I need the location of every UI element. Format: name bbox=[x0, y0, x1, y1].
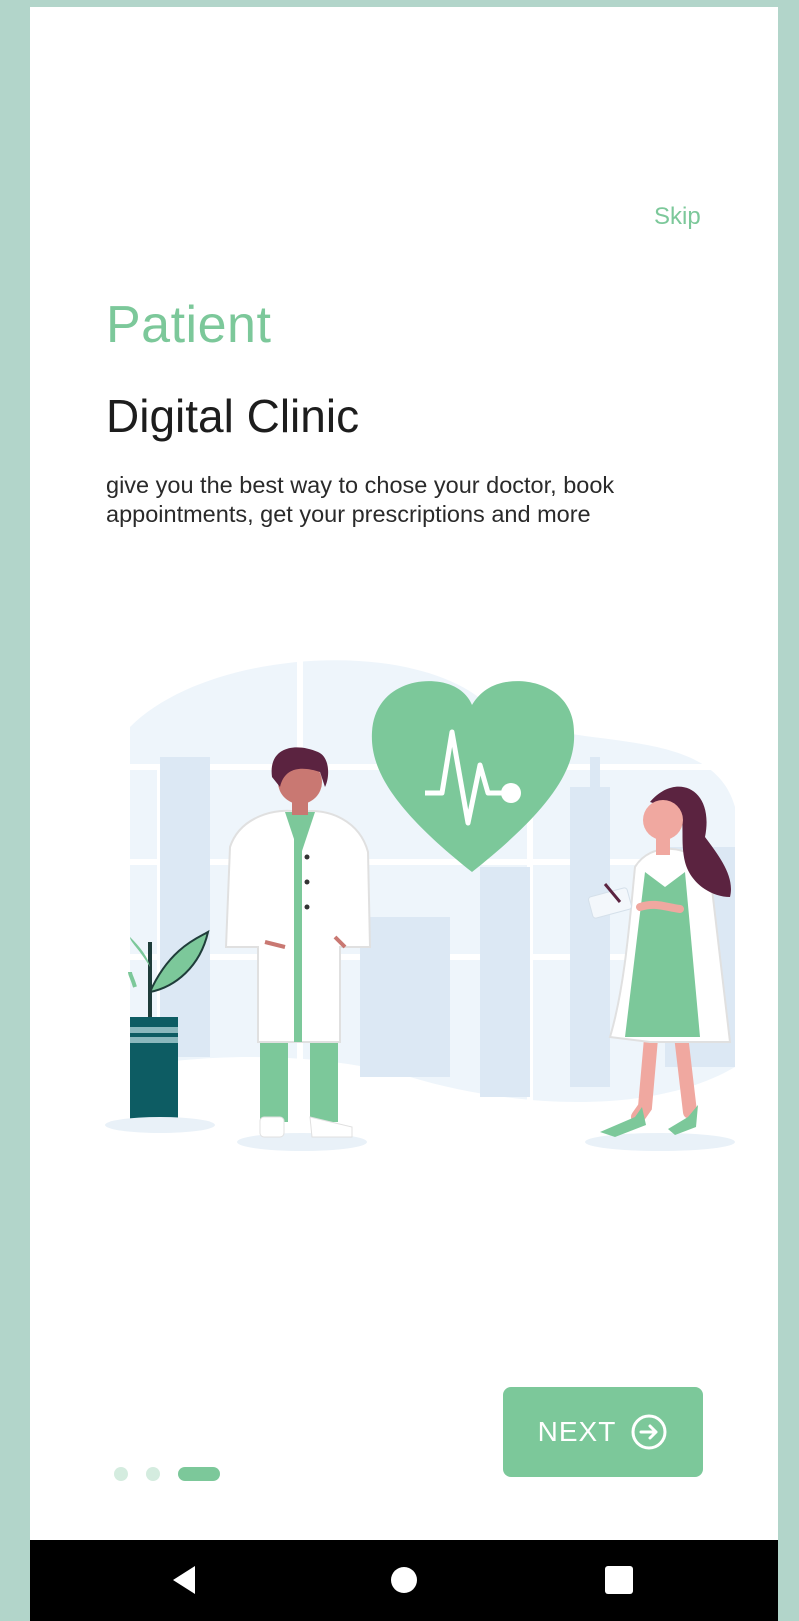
page-indicator-dot-1[interactable] bbox=[114, 1467, 128, 1481]
arrow-right-circle-icon bbox=[631, 1414, 667, 1450]
page-subtitle: Digital Clinic bbox=[106, 390, 360, 442]
system-navigation-bar bbox=[30, 1540, 778, 1621]
page-indicator-dot-2[interactable] bbox=[146, 1467, 160, 1481]
next-button-label: NEXT bbox=[537, 1416, 617, 1447]
onboarding-description: give you the best way to chose your doct… bbox=[106, 472, 615, 527]
page-indicator-dot-3-active[interactable] bbox=[178, 1467, 220, 1481]
back-icon[interactable] bbox=[165, 1560, 205, 1600]
skip-button[interactable]: Skip bbox=[654, 203, 734, 231]
next-button[interactable]: NEXT bbox=[503, 1387, 703, 1477]
recents-icon[interactable] bbox=[599, 1560, 639, 1600]
page-title: Patient bbox=[106, 296, 272, 354]
home-icon[interactable] bbox=[384, 1560, 424, 1600]
onboarding-screen: Skip Patient Digital Clinic give you the… bbox=[30, 7, 778, 1540]
doctors-with-heart-illustration bbox=[105, 647, 735, 1151]
